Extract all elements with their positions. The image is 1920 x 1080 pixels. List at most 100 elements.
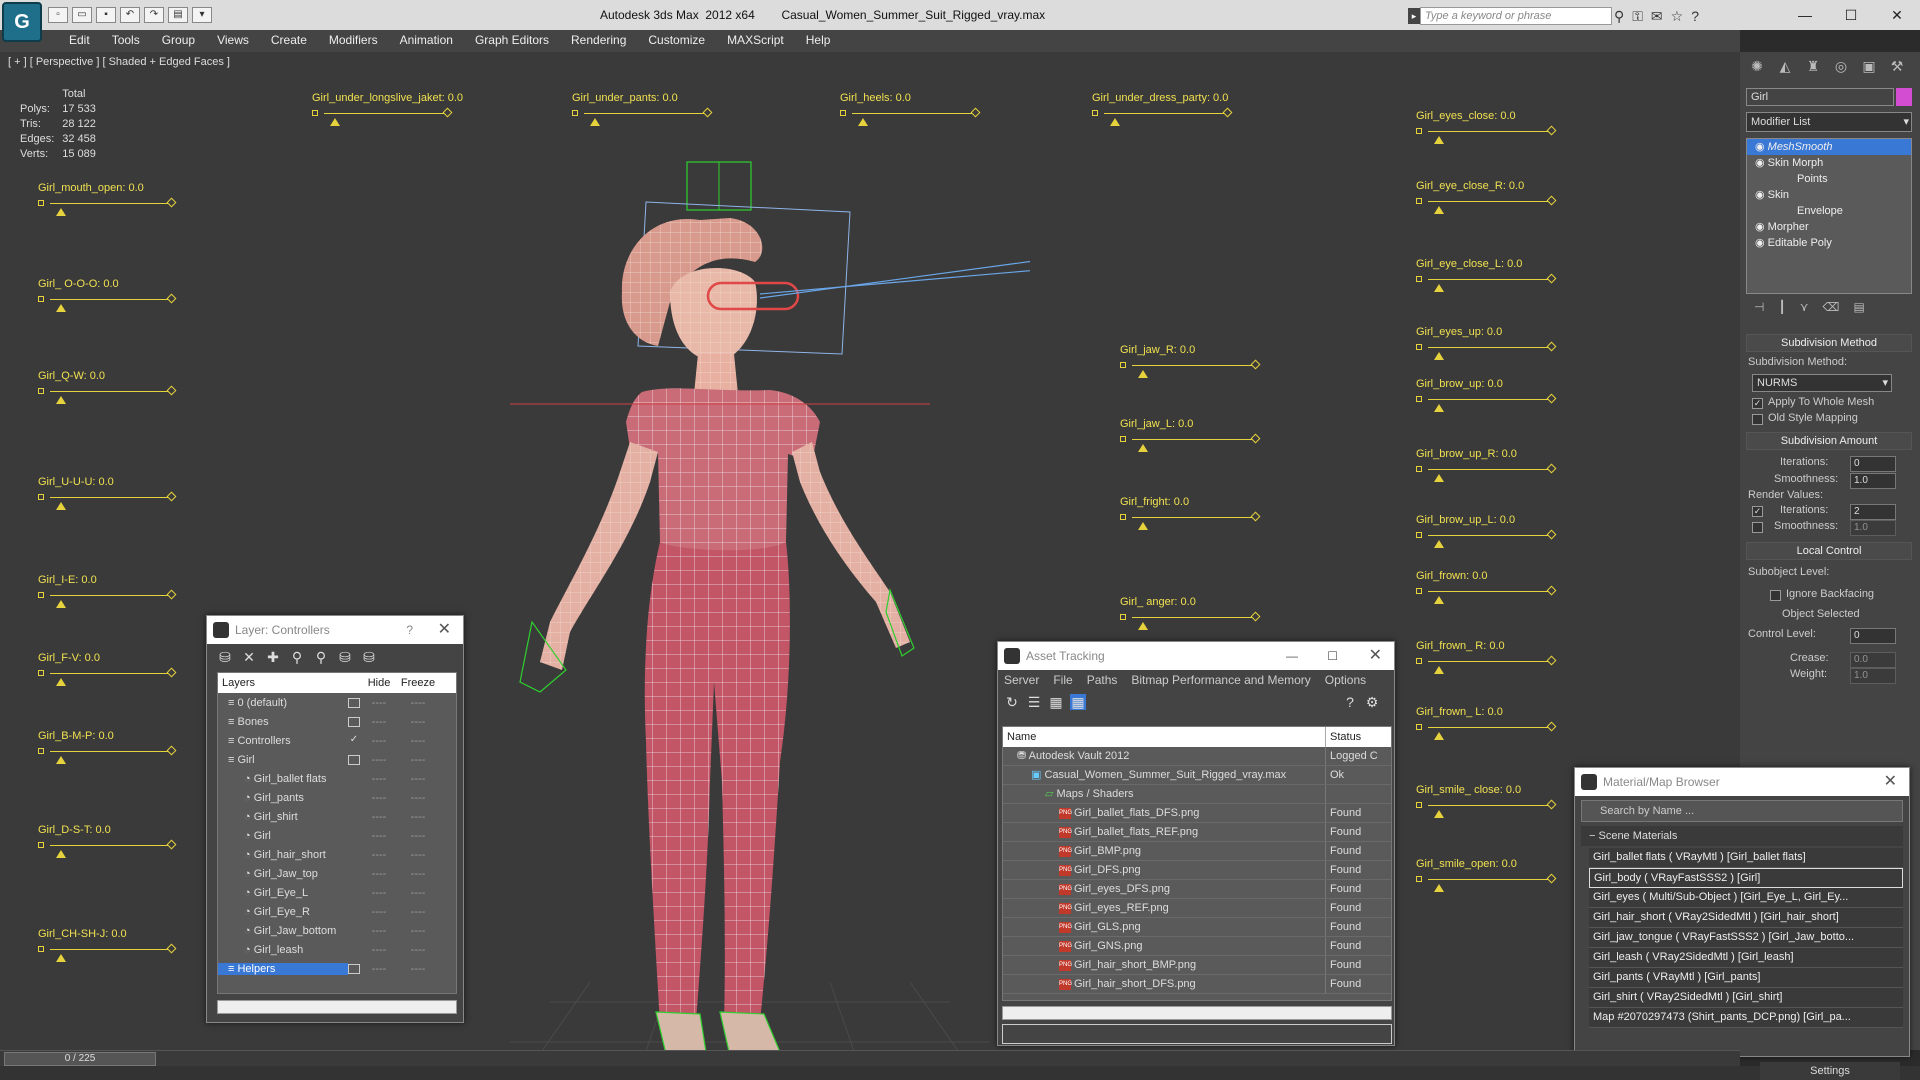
search-expand-icon[interactable]: ▸: [1408, 8, 1420, 24]
hide-toggle[interactable]: ----: [360, 963, 398, 975]
modifier-stack-item[interactable]: Points: [1747, 171, 1911, 187]
slider-handle[interactable]: [1416, 802, 1422, 808]
slider-pointer[interactable]: [56, 304, 66, 312]
hide-toggle[interactable]: ----: [360, 925, 398, 937]
configure-sets-icon[interactable]: ▤: [1853, 300, 1864, 320]
slider-pointer[interactable]: [56, 756, 66, 764]
layer-active-checkbox[interactable]: [348, 716, 360, 727]
layer-name[interactable]: ◔ Girl_Eye_L: [218, 887, 348, 899]
hide-toggle[interactable]: ----: [360, 716, 398, 728]
layer-name[interactable]: ◔ Girl_leash: [218, 944, 348, 956]
pin-stack-icon[interactable]: ⊣: [1754, 300, 1764, 320]
render-smoothness-checkbox[interactable]: [1752, 522, 1763, 533]
freeze-toggle[interactable]: ----: [398, 925, 438, 937]
open-file-icon[interactable]: ▭: [72, 7, 92, 23]
material-list-item[interactable]: Girl_ballet flats ( VRayMtl ) [Girl_ball…: [1589, 848, 1903, 868]
asset-row[interactable]: ⛃ Autodesk Vault 2012 Logged C: [1003, 747, 1391, 766]
iterations-spinner[interactable]: 0: [1850, 456, 1896, 472]
slider-pointer[interactable]: [1434, 884, 1444, 892]
layer-row[interactable]: ◔ Girl_Jaw_top ---- ----: [218, 864, 456, 883]
hide-toggle[interactable]: ----: [360, 887, 398, 899]
asset-row[interactable]: ▣ Casual_Women_Summer_Suit_Rigged_vray.m…: [1003, 766, 1391, 785]
slider-pointer[interactable]: [1434, 206, 1444, 214]
slider-handle[interactable]: [38, 748, 44, 754]
material-list-item[interactable]: Girl_hair_short ( VRay2SidedMtl ) [Girl_…: [1589, 908, 1903, 928]
refresh-icon[interactable]: ↻: [1004, 694, 1020, 710]
new-file-icon[interactable]: ▫: [48, 7, 68, 23]
slider-handle[interactable]: [38, 592, 44, 598]
layer-active-checkbox[interactable]: [348, 697, 360, 708]
asset-row[interactable]: PNG Girl_BMP.png Found: [1003, 842, 1391, 861]
utilities-tab-icon[interactable]: ⚒: [1888, 58, 1906, 76]
layer-row[interactable]: ≡ 0 (default) ---- ----: [218, 693, 456, 712]
asset-row[interactable]: PNG Girl_ballet_flats_DFS.png Found: [1003, 804, 1391, 823]
morph-slider[interactable]: Girl_I-E: 0.0: [38, 574, 177, 608]
morph-slider[interactable]: Girl_under_dress_party: 0.0: [1092, 92, 1233, 126]
freeze-toggle[interactable]: ----: [398, 849, 438, 861]
menu-edit[interactable]: Edit: [58, 30, 101, 52]
slider-handle[interactable]: [1416, 876, 1422, 882]
help-icon[interactable]: ?: [1691, 8, 1699, 25]
slider-pointer[interactable]: [1138, 522, 1148, 530]
morph-slider[interactable]: Girl_U-U-U: 0.0: [38, 476, 177, 510]
layer-name[interactable]: ◔ Girl_Jaw_bottom: [218, 925, 348, 937]
search-input[interactable]: Type a keyword or phrase: [1420, 7, 1612, 25]
morph-slider[interactable]: Girl_brow_up_R: 0.0: [1416, 448, 1557, 482]
create-layer-icon[interactable]: ⛁: [217, 649, 233, 665]
asset-row[interactable]: PNG Girl_GNS.png Found: [1003, 937, 1391, 956]
create-tab-icon[interactable]: ✺: [1748, 58, 1766, 76]
slider-handle[interactable]: [38, 494, 44, 500]
hide-toggle[interactable]: ----: [360, 868, 398, 880]
maximize-icon[interactable]: ☐: [1327, 642, 1338, 670]
render-smoothness-spinner[interactable]: 1.0: [1850, 520, 1896, 536]
layer-row[interactable]: ◔ Girl_ballet flats ---- ----: [218, 769, 456, 788]
slider-pointer[interactable]: [1434, 666, 1444, 674]
material-list-item[interactable]: Map #2070297473 (Shirt_pants_DCP.png) [G…: [1589, 1008, 1903, 1028]
close-icon[interactable]: ✕: [438, 616, 451, 644]
morph-slider[interactable]: Girl_D-S-T: 0.0: [38, 824, 177, 858]
slider-pointer[interactable]: [1434, 810, 1444, 818]
menu-group[interactable]: Group: [151, 30, 206, 52]
layer-row[interactable]: ◔ Girl_pants ---- ----: [218, 788, 456, 807]
save-file-icon[interactable]: ▪: [96, 7, 116, 23]
make-unique-icon[interactable]: ⋎: [1800, 300, 1809, 320]
render-iterations-checkbox[interactable]: ✓: [1752, 506, 1763, 517]
layer-row[interactable]: ≡ Controllers ✓ ---- ----: [218, 731, 456, 750]
freeze-toggle[interactable]: ----: [398, 697, 438, 709]
hide-toggle[interactable]: ----: [360, 697, 398, 709]
morph-slider[interactable]: Girl_under_longslive_jaket: 0.0: [312, 92, 463, 126]
table-view-icon[interactable]: ▦: [1048, 694, 1064, 710]
asset-row[interactable]: PNG Girl_hair_short_DFS.png Found: [1003, 975, 1391, 994]
list-view-icon[interactable]: ☰: [1026, 694, 1042, 710]
slider-handle[interactable]: [312, 110, 318, 116]
morph-slider[interactable]: Girl_eye_close_L: 0.0: [1416, 258, 1557, 292]
status-column-header[interactable]: Status: [1326, 727, 1381, 747]
asset-menu-2[interactable]: Paths: [1087, 673, 1118, 689]
close-icon[interactable]: ✕: [1369, 642, 1382, 670]
close-icon[interactable]: ✕: [1884, 768, 1897, 796]
asset-menu-0[interactable]: Server: [1004, 673, 1039, 689]
asset-row[interactable]: ▱ Maps / Shaders: [1003, 785, 1391, 804]
layer-row[interactable]: ◔ Girl_Eye_L ---- ----: [218, 883, 456, 902]
slider-handle[interactable]: [1416, 198, 1422, 204]
slider-pointer[interactable]: [1434, 352, 1444, 360]
slider-pointer[interactable]: [1434, 732, 1444, 740]
material-list-item[interactable]: Girl_leash ( VRay2SidedMtl ) [Girl_leash…: [1589, 948, 1903, 968]
grid-view-icon[interactable]: ▦: [1070, 694, 1086, 710]
morph-slider[interactable]: Girl_jaw_L: 0.0: [1120, 418, 1261, 452]
morph-slider[interactable]: Girl_F-V: 0.0: [38, 652, 177, 686]
material-list-item[interactable]: Girl_pants ( VRayMtl ) [Girl_pants]: [1589, 968, 1903, 988]
freeze-column-header[interactable]: Freeze: [398, 673, 438, 693]
motion-tab-icon[interactable]: ◎: [1832, 58, 1850, 76]
layers-column-header[interactable]: Layers: [218, 673, 348, 693]
modifier-stack-item[interactable]: ◉ Skin: [1747, 187, 1911, 203]
layer-active-checkbox[interactable]: ✓: [348, 734, 360, 746]
menu-views[interactable]: Views: [206, 30, 260, 52]
lightbulb-icon[interactable]: ◉: [1755, 237, 1768, 249]
menu-tools[interactable]: Tools: [101, 30, 151, 52]
morph-slider[interactable]: Girl_jaw_R: 0.0: [1120, 344, 1261, 378]
morph-slider[interactable]: Girl_smile_open: 0.0: [1416, 858, 1557, 892]
timeline[interactable]: [0, 1050, 1740, 1066]
asset-row[interactable]: PNG Girl_DFS.png Found: [1003, 861, 1391, 880]
menu-graph-editors[interactable]: Graph Editors: [464, 30, 560, 52]
